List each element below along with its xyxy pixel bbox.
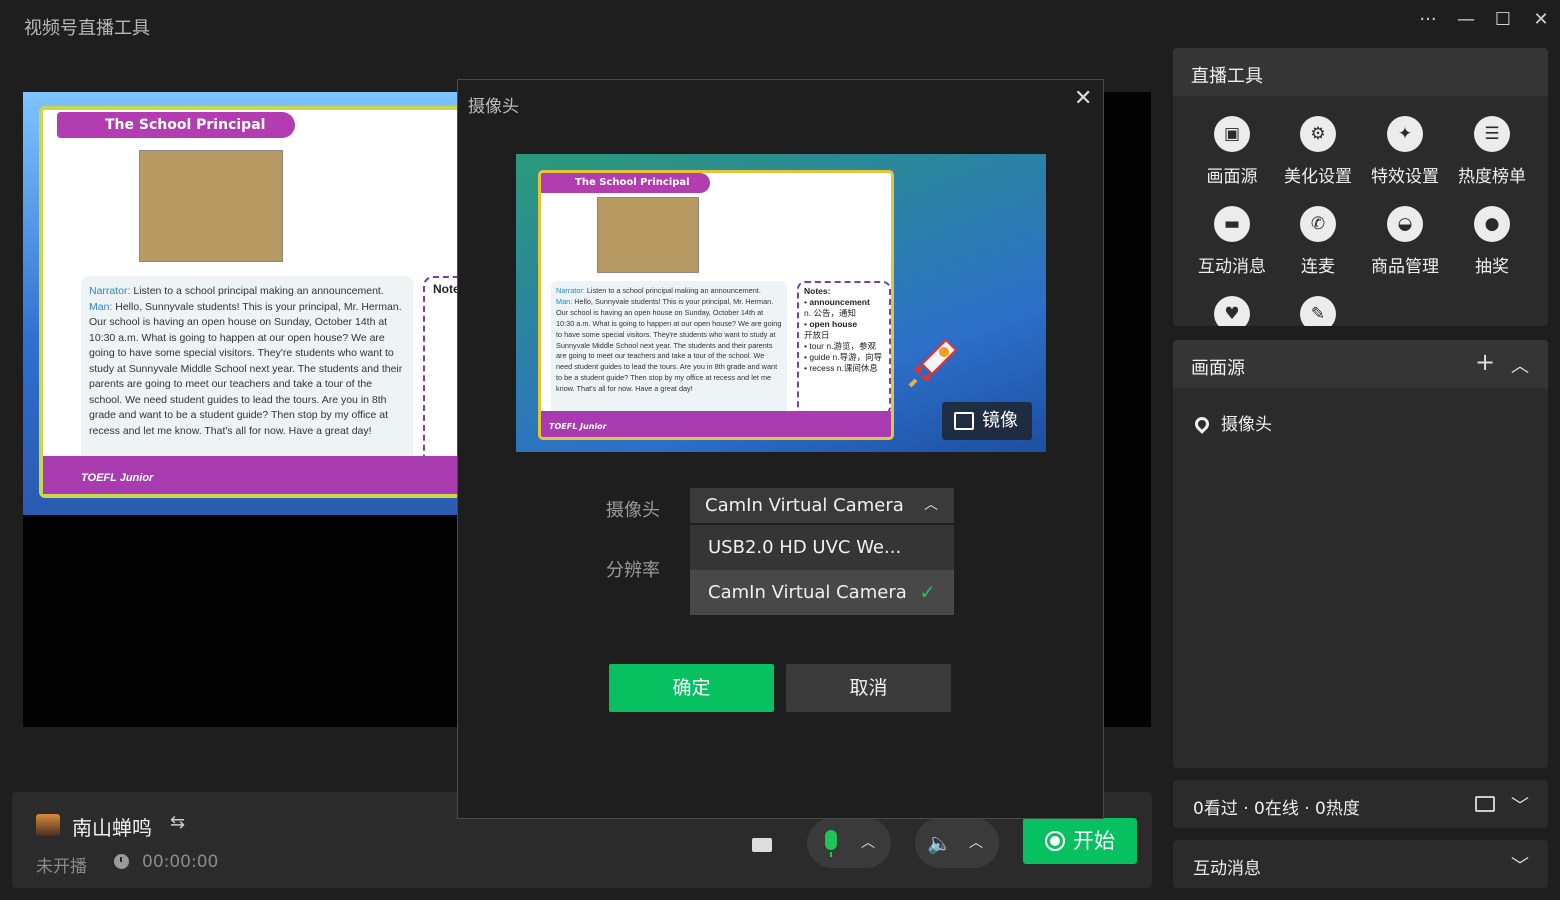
slide-preview: The School Principal Narrator: Listen to… [23, 92, 463, 515]
slide-title: The School Principal [57, 112, 296, 138]
dialog-close-icon[interactable]: ✕ [1074, 86, 1092, 111]
slide-transcript: Narrator: Listen to a school principal m… [81, 276, 413, 482]
tool-extra-2[interactable]: ✎ [1274, 296, 1362, 326]
more-icon[interactable]: ··· [1412, 8, 1444, 32]
screen-share-icon[interactable] [750, 832, 778, 854]
cancel-button[interactable]: 取消 [786, 664, 951, 712]
source-item-camera[interactable]: 摄像头 [1192, 410, 1272, 435]
minimize-icon[interactable]: — [1450, 8, 1482, 32]
preview-toefl-logo: TOEFL Junior [549, 422, 607, 431]
camera-option-camin[interactable]: CamIn Virtual Camera ✓ [690, 570, 954, 615]
live-stats: 0看过 · 0在线 · 0热度 [1193, 799, 1360, 819]
expand-chevron-icon[interactable]: ﹀ [1511, 792, 1529, 818]
tool-extra-1[interactable]: ♥ [1188, 296, 1276, 326]
tool-source[interactable]: ▣ 画面源 [1188, 116, 1276, 187]
preview-slide-title: The School Principal [541, 173, 710, 193]
check-icon: ✓ [919, 580, 936, 604]
source-panel: 画面源 + ︿ 摄像头 [1173, 340, 1548, 768]
mic-control[interactable]: ︿ [807, 818, 891, 868]
messages-panel: 互动消息 ﹀ [1173, 840, 1548, 888]
gift-icon: ● [1474, 206, 1510, 242]
maximize-icon[interactable]: ☐ [1487, 8, 1519, 32]
tool-co-host[interactable]: ✆ 连麦 [1274, 206, 1362, 277]
screen-source-icon: ▣ [1214, 116, 1250, 152]
messages-panel-title: 互动消息 [1193, 859, 1261, 879]
tool-products[interactable]: ◒ 商品管理 [1361, 206, 1449, 277]
mic-options-chevron-icon[interactable]: ︿ [861, 832, 875, 852]
preview-transcript: Narrator: Listen to a school principal m… [551, 281, 787, 417]
close-icon[interactable]: ✕ [1525, 8, 1557, 32]
chevron-up-icon: ︿ [924, 497, 938, 513]
tool-effects[interactable]: ✦ 特效设置 [1361, 116, 1449, 187]
shopping-bag-icon: ◒ [1387, 206, 1423, 242]
preview-illustration [597, 197, 699, 273]
sparkle-icon: ✦ [1387, 116, 1423, 152]
live-timer: 00:00:00 [142, 852, 219, 872]
tool-beauty[interactable]: ⚙ 美化设置 [1274, 116, 1362, 187]
preview-footer-band: TOEFL Junior [541, 411, 891, 437]
camera-select[interactable]: CamIn Virtual Camera ︿ [690, 488, 954, 523]
host-name: 南山蝉鸣 [72, 816, 152, 840]
tool-lottery[interactable]: ● 抽奖 [1448, 206, 1536, 277]
list-icon: ☰ [1474, 116, 1510, 152]
start-live-button[interactable]: 开始 [1023, 818, 1137, 864]
app-title: 视频号直播工具 [24, 18, 150, 39]
add-source-icon[interactable]: + [1475, 348, 1495, 376]
mirror-icon [954, 412, 974, 430]
preview-notes: Notes: • announcement n. 公告，通知 • open ho… [797, 281, 891, 415]
stats-panel: 0看过 · 0在线 · 0热度 ﹀ [1173, 780, 1548, 828]
popout-icon[interactable] [1475, 796, 1495, 812]
live-status: 未开播 [36, 857, 87, 877]
toefl-logo: TOEFL Junior [81, 472, 154, 484]
principal-illustration [139, 150, 283, 262]
title-bar: 视频号直播工具 ··· — ☐ ✕ [0, 0, 1560, 52]
speaker-icon[interactable]: 🔈 [927, 832, 953, 854]
tools-panel: 直播工具 ▣ 画面源 ⚙ 美化设置 ✦ 特效设置 ☰ 热度榜单 ▬ 互动消息 ✆… [1173, 48, 1548, 326]
rocket-icon [908, 338, 958, 388]
tools-panel-title: 直播工具 [1173, 48, 1548, 96]
camera-dropdown: USB2.0 HD UVC We... CamIn Virtual Camera… [690, 525, 954, 615]
record-icon [1045, 831, 1065, 851]
camera-preview: The School Principal Narrator: Listen to… [516, 154, 1046, 452]
slide-footer-band: TOEFL Junior [43, 456, 463, 494]
heart-icon: ♥ [1214, 296, 1250, 326]
tool-ranking[interactable]: ☰ 热度榜单 [1448, 116, 1536, 187]
mirror-button[interactable]: 镜像 [942, 402, 1032, 440]
clock-icon [114, 854, 129, 869]
resolution-label: 分辨率 [606, 560, 660, 581]
speaker-control[interactable]: 🔈 ︿ [915, 818, 999, 868]
microphone-icon[interactable] [825, 830, 837, 857]
camera-label: 摄像头 [606, 500, 660, 521]
dialog-title: 摄像头 [468, 97, 519, 117]
avatar [36, 814, 60, 836]
messages-expand-chevron-icon[interactable]: ﹀ [1511, 852, 1529, 878]
tool-messages[interactable]: ▬ 互动消息 [1188, 206, 1276, 277]
chat-icon: ▬ [1214, 206, 1250, 242]
phone-icon: ✆ [1300, 206, 1336, 242]
slide-card: The School Principal Narrator: Listen to… [39, 106, 463, 498]
location-pin-icon [1192, 414, 1212, 434]
camera-option-usb[interactable]: USB2.0 HD UVC We... [690, 525, 954, 570]
tools-icon: ✎ [1300, 296, 1336, 326]
preview-slide-card: The School Principal Narrator: Listen to… [538, 170, 894, 440]
speaker-options-chevron-icon[interactable]: ︿ [969, 832, 983, 852]
sliders-icon: ⚙ [1300, 116, 1336, 152]
confirm-button[interactable]: 确定 [609, 664, 774, 712]
switch-account-icon[interactable]: ⇆ [170, 812, 185, 833]
collapse-chevron-icon[interactable]: ︿ [1511, 352, 1529, 378]
camera-dialog: 摄像头 ✕ The School Principal Narrator: Lis… [457, 79, 1104, 819]
